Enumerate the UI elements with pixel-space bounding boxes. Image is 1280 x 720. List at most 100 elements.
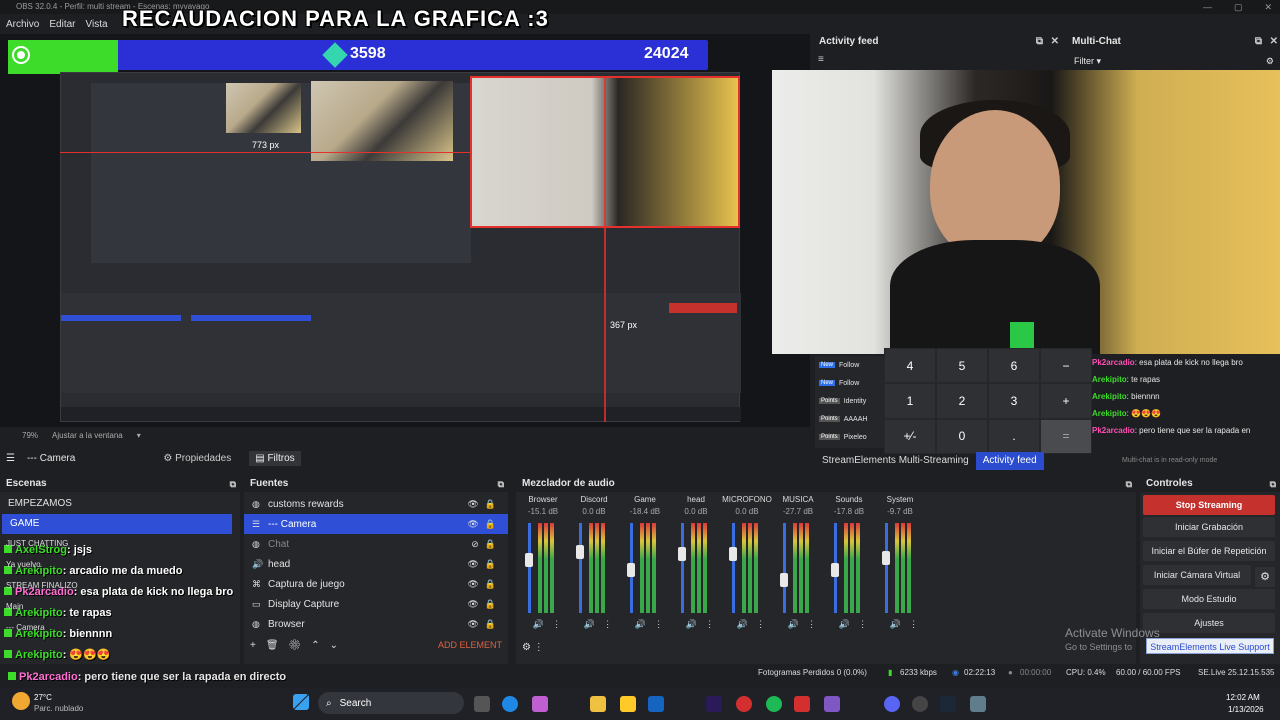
multichat-filter[interactable]: Filter ▾ ⚙ (1068, 52, 1280, 70)
fader-knob[interactable] (729, 547, 737, 561)
source-item[interactable]: ◍ Browser 👁🔒 (244, 614, 508, 634)
mixer-settings-icon[interactable]: ⚙ ⋮ (522, 642, 544, 653)
key-minus[interactable]: − (1040, 348, 1092, 384)
app-x-icon[interactable] (794, 696, 810, 712)
minimize-button[interactable]: — (1203, 0, 1212, 14)
key-negate[interactable]: +⁄- (884, 418, 936, 454)
close-button[interactable]: ✕ (1264, 0, 1272, 14)
gear-icon[interactable]: ⚙ (1266, 52, 1274, 70)
filters-button[interactable]: ▤ Filtros (249, 450, 301, 466)
key-6[interactable]: 6 (988, 348, 1040, 384)
float-dock-icon[interactable]: ⧉ (1270, 476, 1276, 492)
activity-row[interactable]: Points Identity (815, 392, 885, 410)
studio-mode-button[interactable]: Modo Estudio (1143, 589, 1275, 609)
weather-icon[interactable] (12, 692, 30, 710)
source-item-selected[interactable]: ☰ --- Camera 👁🔒 (244, 514, 508, 534)
maximize-button[interactable]: ▢ (1234, 0, 1243, 14)
float-dock-icon[interactable]: ⧉ (1126, 476, 1132, 492)
activity-row[interactable]: New Follow (815, 374, 885, 392)
fader-knob[interactable] (627, 563, 635, 577)
fader-knob[interactable] (678, 547, 686, 561)
premiere-icon[interactable] (706, 696, 722, 712)
start-recording-button[interactable]: Iniciar Grabación (1143, 517, 1275, 537)
visibility-lock-controls[interactable]: 👁🔒 (467, 514, 502, 534)
source-item[interactable]: ▭ Display Capture 👁🔒 (244, 594, 508, 614)
obs-icon[interactable] (912, 696, 928, 712)
mute-menu-buttons[interactable]: 🔊⋮ (883, 619, 933, 630)
key-5[interactable]: 5 (936, 348, 988, 384)
spotify-icon[interactable] (766, 696, 782, 712)
fader-knob[interactable] (831, 563, 839, 577)
visibility-lock-controls[interactable]: 👁🔒 (467, 574, 502, 594)
close-dock-icon[interactable]: ✕ (1051, 34, 1059, 50)
float-dock-icon[interactable]: ⧉ (1255, 34, 1262, 50)
close-dock-icon[interactable]: ✕ (1270, 34, 1278, 50)
key-1[interactable]: 1 (884, 383, 936, 419)
activity-row[interactable]: New Follow (815, 356, 885, 374)
chevron-down-icon[interactable]: ▾ (137, 431, 141, 440)
visibility-lock-controls[interactable]: 👁🔒 (467, 494, 502, 514)
discord-icon[interactable] (884, 696, 900, 712)
scene-item[interactable]: JUST CHATTING (6, 533, 68, 554)
se-live-support-button[interactable]: StreamElements Live Support (1146, 638, 1274, 654)
settings-button[interactable]: Ajustes (1143, 613, 1275, 633)
volume-fader[interactable] (732, 523, 735, 613)
float-dock-icon[interactable]: ⧉ (1036, 34, 1043, 50)
calculator-icon[interactable] (970, 696, 986, 712)
zoom-level[interactable]: 79% (22, 431, 38, 440)
virtual-camera-button[interactable]: Iniciar Cámara Virtual (1143, 565, 1251, 585)
scene-item[interactable]: EMPEZAMOS (0, 494, 240, 514)
source-item[interactable]: ⌘ Captura de juego 👁🔒 (244, 574, 508, 594)
visibility-lock-controls[interactable]: ⊘🔒 (471, 534, 502, 554)
visibility-lock-controls[interactable]: 👁🔒 (467, 554, 502, 574)
taskbar-search[interactable]: ⌕ Search (318, 692, 464, 714)
steam-icon[interactable] (940, 696, 956, 712)
visibility-lock-controls[interactable]: 👁🔒 (467, 594, 502, 614)
key-equals[interactable]: = (1040, 418, 1092, 454)
file-explorer-icon[interactable] (590, 696, 606, 712)
menu-archivo[interactable]: Archivo (6, 19, 39, 30)
stop-streaming-button[interactable]: Stop Streaming (1143, 495, 1275, 515)
source-item[interactable]: ◍ customs rewards 👁🔒 (244, 494, 508, 514)
app-icon[interactable] (824, 696, 840, 712)
menu-vista[interactable]: Vista (85, 19, 107, 30)
task-view-icon[interactable] (474, 696, 490, 712)
key-decimal[interactable]: . (988, 418, 1040, 454)
opera-icon[interactable] (736, 696, 752, 712)
replay-buffer-button[interactable]: Iniciar el Búfer de Repetición (1143, 541, 1275, 561)
outlook-icon[interactable] (648, 696, 664, 712)
source-item[interactable]: ◍ Chat ⊘🔒 (244, 534, 508, 554)
fit-window-select[interactable]: Ajustar a la ventana (52, 431, 123, 440)
float-dock-icon[interactable]: ⧉ (230, 476, 236, 492)
key-0[interactable]: 0 (936, 418, 988, 454)
volume-fader[interactable] (885, 523, 888, 613)
scene-item-selected[interactable]: GAME (2, 514, 232, 534)
windows-start-icon[interactable] (293, 694, 309, 710)
fader-knob[interactable] (882, 551, 890, 565)
properties-button[interactable]: ⚙ Propiedades (157, 451, 237, 466)
scene-item[interactable]: STREAM FINALIZO (6, 575, 78, 596)
key-4[interactable]: 4 (884, 348, 936, 384)
activity-row[interactable]: Points Pixeleo (815, 428, 885, 446)
fader-knob[interactable] (525, 553, 533, 567)
volume-fader[interactable] (681, 523, 684, 613)
filter-label[interactable]: Filter (1074, 56, 1094, 66)
copilot-icon[interactable] (532, 696, 548, 712)
scene-item[interactable]: Main (6, 596, 23, 617)
scene-item[interactable]: --- Camera (6, 617, 45, 638)
edge-icon[interactable] (502, 696, 518, 712)
hamburger-menu-icon[interactable]: ≡ (818, 54, 824, 65)
fader-knob[interactable] (780, 573, 788, 587)
key-3[interactable]: 3 (988, 383, 1040, 419)
volume-fader[interactable] (528, 523, 531, 613)
gear-icon[interactable]: ⚙ (1255, 567, 1275, 587)
volume-fader[interactable] (579, 523, 582, 613)
scene-item[interactable]: Ya vuelvo (6, 554, 41, 575)
tab-activity-feed[interactable]: Activity feed (975, 452, 1044, 470)
source-item[interactable]: 🔊 head 👁🔒 (244, 554, 508, 574)
float-dock-icon[interactable]: ⧉ (498, 476, 504, 492)
chevron-down-icon[interactable]: ▾ (1097, 56, 1102, 66)
activity-row[interactable]: Points AAAAH (815, 410, 885, 428)
key-plus[interactable]: + (1040, 383, 1092, 419)
fader-knob[interactable] (576, 545, 584, 559)
